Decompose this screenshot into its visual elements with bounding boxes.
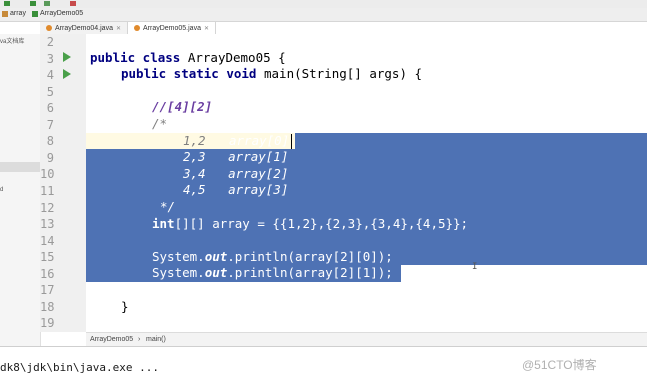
line-number: 17 (40, 283, 55, 298)
line-number: 16 (40, 266, 55, 281)
mouse-ibeam-icon: I (472, 262, 478, 272)
code-line-6: //[4][2] (152, 99, 213, 114)
run-class-icon[interactable] (63, 52, 71, 62)
debug-icon[interactable] (44, 1, 50, 6)
code-line-12: */ (160, 199, 176, 214)
code-line-8-selected: array[0] (229, 133, 290, 148)
console-command-line: dk8\jdk\bin\java.exe ... (0, 361, 159, 374)
nav-file-label: ArrayDemo05 (40, 10, 84, 17)
breadcrumb-method[interactable]: main() (146, 336, 166, 343)
code-line-3: public class ArrayDemo05 { (90, 50, 286, 65)
java-file-icon (46, 25, 52, 31)
line-number: 12 (40, 200, 55, 215)
line-number: 5 (46, 84, 54, 99)
close-icon[interactable]: ✕ (116, 25, 121, 32)
line-number: 7 (46, 117, 54, 132)
code-line-16: System.out.println(array[2][1]); (152, 265, 393, 280)
code-line-13: int[][] array = {{1,2},{2,3},{3,4},{4,5}… (152, 216, 469, 231)
line-number: 15 (40, 250, 55, 265)
nav-project-label: array (10, 10, 26, 17)
code-line-7: /* (152, 116, 168, 131)
line-number: 13 (40, 217, 55, 232)
code-line-10: 3,4 array[2] (183, 166, 289, 181)
editor-breadcrumb: ArrayDemo05 › main() (86, 332, 647, 347)
selection-start (295, 133, 647, 150)
line-number: 3 (46, 51, 54, 66)
navigation-bar: array ArrayDemo05 (0, 8, 647, 22)
close-icon[interactable]: ✕ (204, 25, 209, 32)
watermark: @51CTO博客 (522, 358, 597, 372)
nav-crumb-project[interactable]: array (2, 10, 26, 17)
line-number: 6 (46, 101, 54, 116)
code-line-4: public static void main(String[] args) { (121, 66, 423, 81)
line-number: 18 (40, 299, 55, 314)
nav-crumb-file[interactable]: ArrayDemo05 (32, 10, 83, 17)
line-number: 19 (40, 316, 55, 331)
code-line-18: } (121, 299, 129, 314)
line-number: 8 (46, 134, 54, 149)
stop-icon[interactable] (70, 1, 76, 6)
tab-label: ArrayDemo05.java (143, 24, 201, 32)
class-icon (32, 10, 38, 17)
text-cursor (291, 134, 292, 149)
line-number: 11 (40, 183, 55, 198)
run-main-icon[interactable] (63, 69, 71, 79)
line-number: 9 (46, 150, 54, 165)
java-file-icon (134, 25, 140, 31)
project-panel: va文档库 d (0, 34, 41, 356)
project-tree-item[interactable]: d (0, 187, 3, 193)
line-number: 2 (46, 35, 54, 49)
line-number: 10 (40, 167, 55, 182)
breadcrumb-class[interactable]: ArrayDemo05 (90, 336, 133, 343)
editor-tabs: ArrayDemo04.java ✕ ArrayDemo05.java ✕ (40, 22, 216, 36)
code-line-15: System.out.println(array[2][0]); (152, 249, 393, 264)
line-number: 14 (40, 233, 55, 248)
build-icon[interactable] (4, 1, 10, 6)
code-line-9: 2,3 array[1] (183, 149, 289, 164)
code-line-11: 4,5 array[3] (183, 182, 289, 197)
project-tree-item[interactable]: va文档库 (0, 36, 24, 45)
breadcrumb-separator: › (138, 336, 141, 343)
tab-arraydemo04[interactable]: ArrayDemo04.java ✕ (40, 22, 128, 34)
tab-label: ArrayDemo04.java (55, 24, 113, 32)
run-icon[interactable] (30, 1, 36, 6)
code-line-8: 1,2 (183, 133, 206, 148)
project-tree-selected-row[interactable] (0, 162, 40, 172)
folder-icon (2, 10, 8, 17)
line-number: 4 (46, 68, 54, 83)
